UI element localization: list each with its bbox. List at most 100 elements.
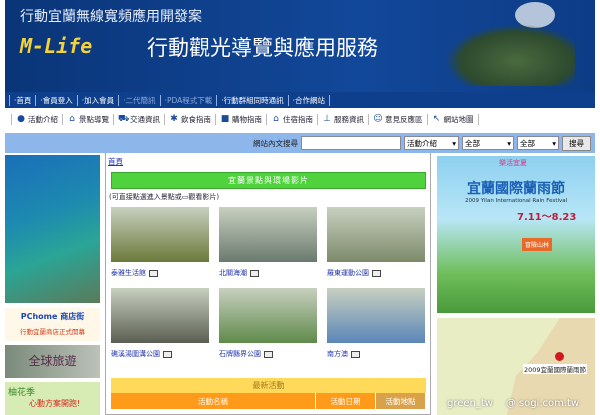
nav-login[interactable]: ‧會員登入	[35, 94, 76, 106]
col-event-location: 活動地點	[376, 393, 426, 409]
spot-photo[interactable]	[219, 207, 317, 262]
spot-card[interactable]: 羅東運動公園	[327, 207, 425, 278]
service-icon: ⊥	[323, 114, 331, 124]
rain-festival-banner[interactable]: 樂活宜夏 宜蘭國際蘭雨節 2009 Yilan International Ra…	[437, 156, 595, 313]
spot-name[interactable]: 礁溪湯圍溝公園	[111, 349, 160, 359]
nav-pda-download[interactable]: ‧PDA程式下載	[159, 94, 217, 106]
spot-card[interactable]: 北關海潮	[219, 207, 317, 278]
video-icon[interactable]	[372, 269, 381, 277]
type-value: 全部	[520, 138, 535, 148]
category-value: 活動介紹	[407, 138, 437, 148]
chevron-down-icon: ▾	[452, 138, 456, 148]
menu-label: 服務資訊	[334, 114, 364, 124]
area-select[interactable]: 全部 ▾	[462, 136, 514, 150]
area-value: 全部	[465, 138, 480, 148]
menu-feedback[interactable]: ☺ 意見反應區	[369, 113, 428, 125]
spot-card[interactable]: 石牌縣界公園	[219, 288, 317, 359]
right-sidebar: 樂活宜夏 宜蘭國際蘭雨節 2009 Yilan International Ra…	[437, 153, 595, 415]
spot-photo[interactable]	[327, 288, 425, 343]
search-bar: 網站內文搜尋 活動介紹 ▾ 全部 ▾ 全部 ▾ 搜尋	[5, 133, 595, 153]
festival-sign: 冒險山林	[522, 238, 553, 251]
video-icon[interactable]	[149, 269, 158, 277]
video-icon[interactable]	[250, 269, 259, 277]
feedback-icon: ☺	[373, 114, 383, 124]
festival-title: 宜蘭國際蘭雨節	[467, 181, 565, 197]
logo: M-Life	[20, 34, 93, 58]
nav-partners[interactable]: ‧合作網站	[287, 94, 331, 106]
site-title: 行動觀光導覽與應用服務	[147, 36, 378, 60]
festival-tag: 樂活宜夏	[499, 159, 527, 167]
festival-date: 7.11～8.23	[517, 212, 577, 223]
menu-label: 活動介紹	[28, 114, 58, 124]
spot-name[interactable]: 石牌縣界公園	[219, 349, 261, 359]
spot-name[interactable]: 南方澳	[327, 349, 348, 359]
menu-traffic[interactable]: ⛟ 交通資訊	[114, 113, 165, 125]
video-icon[interactable]	[163, 350, 172, 358]
pomelo-subtitle: 心動方案開跑!	[29, 399, 81, 408]
menu-label: 景點導覽	[79, 114, 109, 124]
scenic-note: (可直接點選進入景點或▭觀看影片)	[109, 193, 220, 201]
spot-photo[interactable]	[111, 207, 209, 262]
menu-label: 網站地圖	[443, 114, 474, 124]
site-subtitle: 行動宜蘭無線寬頻應用開發案	[20, 9, 202, 25]
top-nav: ‧首頁 ‧會員登入 ‧加入會員 ‧二代簡訊 ‧PDA程式下載 ‧行動群組同時通訊…	[5, 92, 595, 108]
menu-label: 住宿指南	[283, 114, 313, 124]
map-label: 2009宜蘭國際蘭雨節	[523, 364, 588, 374]
video-icon[interactable]	[264, 350, 273, 358]
watermark: green_tw @ sogi.com.tw	[447, 398, 580, 409]
col-event-date: 活動日期	[316, 393, 376, 409]
menu-hotel[interactable]: ⌂ 住宿指南	[267, 113, 318, 125]
spot-photo[interactable]	[111, 288, 209, 343]
category-select[interactable]: 活動介紹 ▾	[404, 136, 459, 150]
menu-label: 購物指南	[232, 114, 262, 124]
coast-photo	[5, 155, 100, 303]
chevron-down-icon: ▾	[507, 138, 511, 148]
spot-photo[interactable]	[219, 288, 317, 343]
nav-home[interactable]: ‧首頁	[9, 94, 35, 106]
map-marker-icon[interactable]	[555, 352, 564, 361]
landmark-icon: ⌂	[69, 114, 75, 124]
travel-banner[interactable]: 全球旅遊	[5, 345, 100, 378]
event-icon: ●	[17, 114, 25, 124]
festival-english-title: 2009 Yilan International Rain Festival	[465, 198, 568, 204]
menu-shopping[interactable]: ■ 購物指南	[216, 113, 267, 125]
nav-sms[interactable]: ‧二代簡訊	[118, 94, 159, 106]
breadcrumb-home[interactable]: 首頁	[108, 156, 123, 167]
menu-events[interactable]: ● 活動介紹	[11, 113, 63, 125]
main-content: 首頁 宜蘭景點與環場影片 (可直接點選進入景點或▭觀看影片) 泰雅生活館 北關海潮…	[105, 153, 431, 415]
menu-attractions[interactable]: ⌂ 景點導覽	[63, 113, 114, 125]
left-sidebar: PChome 商店街 行動宜蘭商店正式開幕 全球旅遊 柚花季 心動方案開跑!	[5, 153, 100, 415]
pomelo-title: 柚花季	[8, 388, 36, 398]
spot-name[interactable]: 泰雅生活館	[111, 268, 146, 278]
spot-card[interactable]: 礁溪湯圍溝公園	[111, 288, 209, 359]
spot-card[interactable]: 南方澳	[327, 288, 425, 359]
menu-food[interactable]: ✱ 飲食指南	[165, 113, 216, 125]
menu-sitemap[interactable]: ↖ 網站地圖	[428, 113, 479, 125]
header-banner: 行動宜蘭無線寬頻應用開發案 M-Life 行動觀光導覽與應用服務	[5, 0, 595, 92]
pomelo-banner[interactable]: 柚花季 心動方案開跑!	[5, 382, 100, 415]
spot-card[interactable]: 泰雅生活館	[111, 207, 209, 278]
hotel-icon: ⌂	[273, 114, 279, 124]
spot-name[interactable]: 北關海潮	[219, 268, 247, 278]
spot-photo[interactable]	[327, 207, 425, 262]
type-select[interactable]: 全部 ▾	[517, 136, 559, 150]
nav-register[interactable]: ‧加入會員	[76, 94, 118, 106]
video-icon[interactable]	[351, 350, 360, 358]
pchome-banner[interactable]: PChome 商店街 行動宜蘭商店正式開幕	[5, 308, 100, 341]
section-header-latest: 最新活動	[111, 378, 426, 393]
col-event-name: 活動名稱	[111, 393, 316, 409]
spot-name[interactable]: 羅東運動公園	[327, 268, 369, 278]
chevron-down-icon: ▾	[552, 138, 556, 148]
nav-group-message[interactable]: ‧行動群組同時通訊	[216, 94, 287, 106]
search-input[interactable]	[301, 136, 401, 150]
menu-label: 飲食指南	[181, 114, 211, 124]
pchome-subtitle: 行動宜蘭商店正式開幕	[20, 328, 85, 336]
category-menu: ● 活動介紹 ⌂ 景點導覽 ⛟ 交通資訊 ✱ 飲食指南 ■ 購物指南 ⌂ 住宿指南 ⊥ 服務資…	[5, 108, 595, 130]
section-header-scenic: 宜蘭景點與環場影片	[111, 172, 426, 189]
events-table-header: 活動名稱 活動日期 活動地點	[111, 393, 426, 409]
menu-label: 意見反應區	[385, 114, 423, 124]
car-icon: ⛟	[118, 114, 130, 124]
menu-service[interactable]: ⊥ 服務資訊	[318, 113, 369, 125]
sitemap-icon: ↖	[432, 114, 441, 124]
search-button[interactable]: 搜尋	[562, 135, 591, 151]
